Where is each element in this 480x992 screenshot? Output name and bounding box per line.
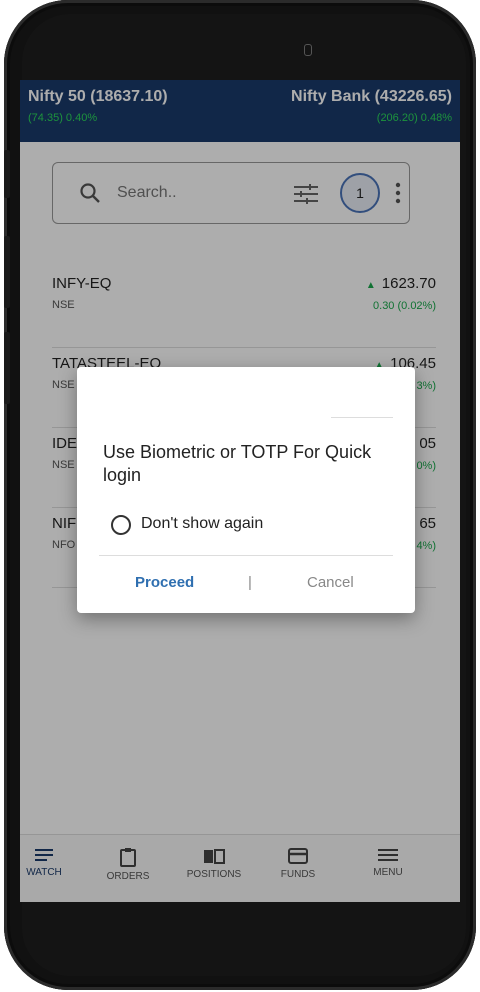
volume-up-button [4, 236, 10, 308]
camera [304, 44, 312, 56]
side-button [4, 150, 10, 198]
volume-down-button [4, 332, 10, 404]
cancel-button[interactable]: Cancel [307, 574, 354, 591]
dont-show-again-radio[interactable] [111, 515, 131, 535]
divider [99, 555, 393, 556]
dialog-message: Use Biometric or TOTP For Quick login [103, 442, 372, 485]
app-screen: Nifty 50 (18637.10) (74.35) 0.40% Nifty … [20, 80, 460, 902]
dont-show-again-label[interactable]: Don't show again [141, 515, 263, 533]
biometric-login-dialog: Use Biometric or TOTP For Quick login Do… [77, 367, 415, 613]
divider [331, 417, 393, 418]
proceed-button[interactable]: Proceed [135, 574, 194, 591]
button-separator: | [248, 574, 252, 591]
